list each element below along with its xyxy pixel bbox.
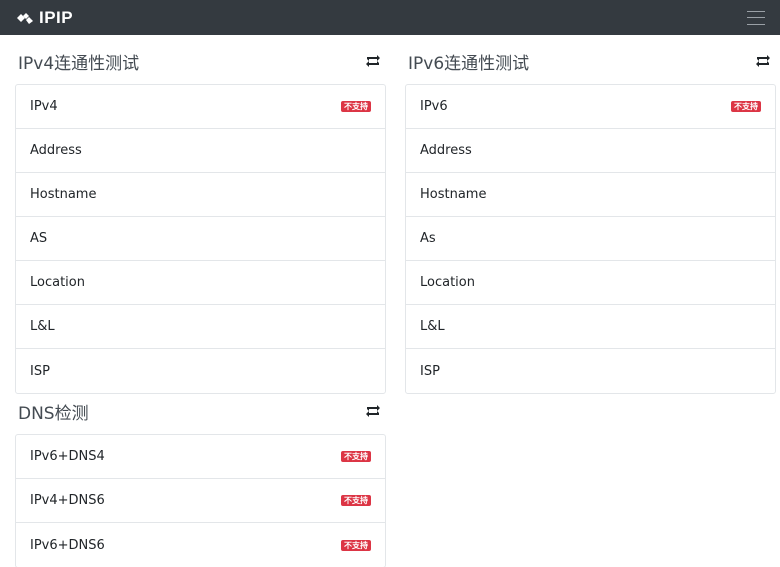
- brand-name: IPIP: [39, 8, 74, 27]
- list-item: Address: [406, 129, 775, 173]
- list-item-label: IPv4: [30, 99, 58, 114]
- top-navbar: IPIP: [0, 0, 780, 35]
- list-item-label: IPv4+DNS6: [30, 493, 105, 508]
- list-item: IPv6+DNS4 不支持: [16, 435, 385, 479]
- list-item: Address: [16, 129, 385, 173]
- list-item: Hostname: [16, 173, 385, 217]
- dns-section: DNS检测 IPv6+DNS4 不支持 IPv4+DNS6 不支持 IPv6+D…: [15, 388, 386, 567]
- list-item-label: Hostname: [30, 187, 97, 202]
- list-item-label: Location: [420, 275, 475, 290]
- list-item-label: As: [420, 231, 436, 246]
- list-item: IPv4+DNS6 不支持: [16, 479, 385, 523]
- list-item-label: ISP: [420, 363, 440, 379]
- list-item-label: IPv6+DNS6: [30, 537, 105, 553]
- ipv6-section-title: IPv6连通性测试: [408, 53, 530, 74]
- ipv6-section-header: IPv6连通性测试: [405, 38, 776, 84]
- ipv4-section-title: IPv4连通性测试: [18, 53, 140, 74]
- list-item: IPv6+DNS6 不支持: [16, 523, 385, 567]
- list-item: ISP: [406, 349, 775, 393]
- ipv6-section: IPv6连通性测试 IPv6 不支持 Address Hostname As L…: [405, 38, 776, 394]
- list-item-label: Hostname: [420, 187, 487, 202]
- list-item: Location: [406, 261, 775, 305]
- list-item: AS: [16, 217, 385, 261]
- list-item-label: IPv6: [420, 99, 448, 114]
- status-badge: 不支持: [341, 451, 371, 462]
- list-item-label: L&L: [420, 319, 445, 334]
- list-item: IPv6 不支持: [406, 85, 775, 129]
- refresh-icon[interactable]: [363, 403, 383, 419]
- list-item: L&L: [406, 305, 775, 349]
- list-item: L&L: [16, 305, 385, 349]
- list-item: IPv4 不支持: [16, 85, 385, 129]
- list-item-label: Address: [30, 143, 82, 158]
- refresh-icon[interactable]: [753, 53, 773, 69]
- list-item: Location: [16, 261, 385, 305]
- dns-result-list: IPv6+DNS4 不支持 IPv4+DNS6 不支持 IPv6+DNS6 不支…: [15, 434, 386, 567]
- status-badge: 不支持: [731, 101, 761, 112]
- ipv4-section-header: IPv4连通性测试: [15, 38, 386, 84]
- status-badge: 不支持: [341, 539, 371, 551]
- dns-section-header: DNS检测: [15, 388, 386, 434]
- list-item-label: AS: [30, 231, 48, 246]
- dns-section-title: DNS检测: [18, 403, 89, 424]
- list-item-label: Location: [30, 275, 85, 290]
- ipv6-result-list: IPv6 不支持 Address Hostname As Location L&…: [405, 84, 776, 394]
- hamburger-menu-icon[interactable]: [747, 10, 765, 25]
- status-badge: 不支持: [341, 495, 371, 506]
- list-item: ISP: [16, 349, 385, 393]
- refresh-icon[interactable]: [363, 53, 383, 69]
- status-badge: 不支持: [341, 101, 371, 112]
- list-item: Hostname: [406, 173, 775, 217]
- list-item-label: Address: [420, 143, 472, 158]
- list-item: As: [406, 217, 775, 261]
- brand-logo[interactable]: IPIP: [16, 9, 73, 26]
- list-item-label: L&L: [30, 319, 55, 334]
- ipv4-section: IPv4连通性测试 IPv4 不支持 Address Hostname AS L…: [15, 38, 386, 394]
- list-item-label: ISP: [30, 363, 50, 379]
- ipv4-result-list: IPv4 不支持 Address Hostname AS Location L&…: [15, 84, 386, 394]
- list-item-label: IPv6+DNS4: [30, 449, 105, 464]
- ipip-logo-icon: [17, 12, 33, 24]
